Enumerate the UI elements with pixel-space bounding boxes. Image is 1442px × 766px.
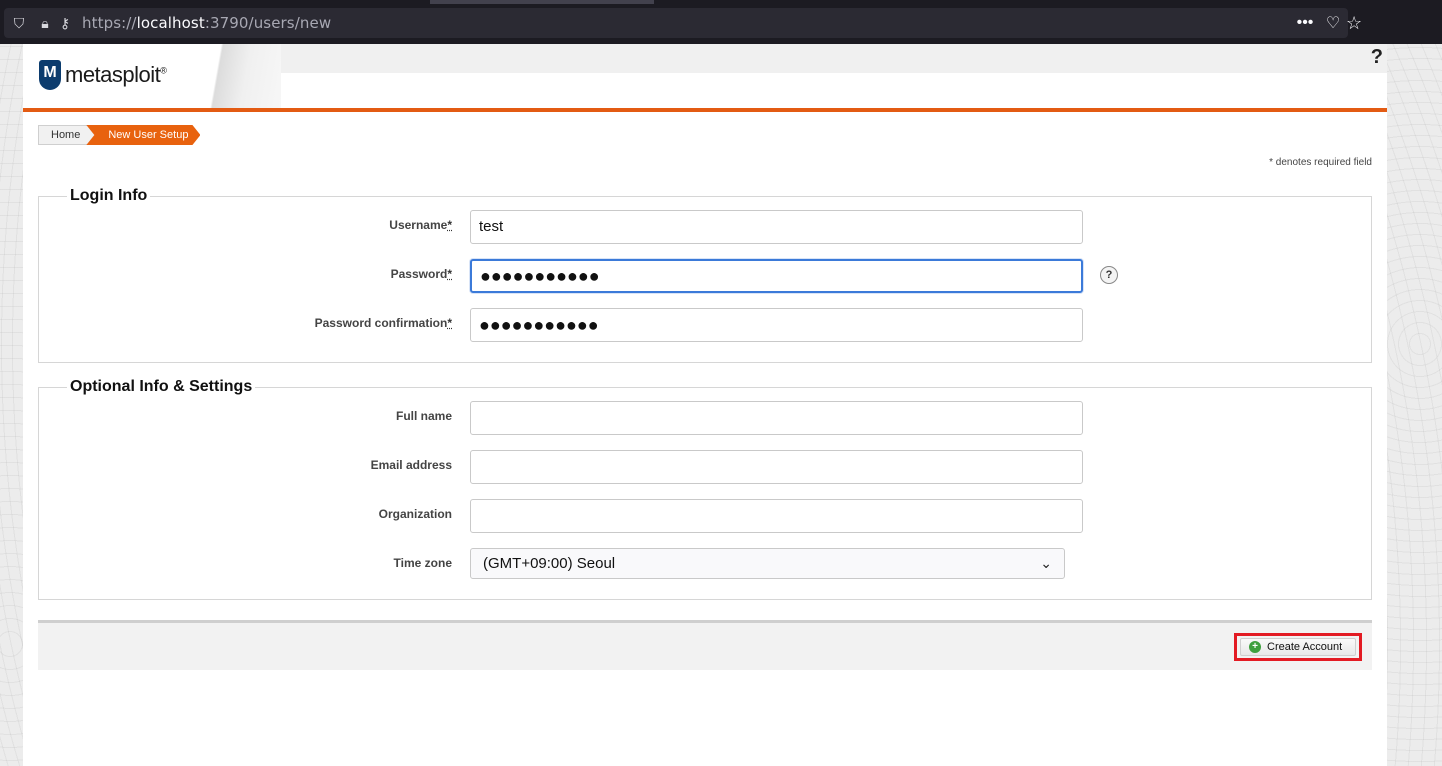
app-container: M metasploit® ? Home New User Setup * de… (23, 44, 1387, 766)
login-info-fieldset: Login Info Username* test Password* ●●●●… (38, 187, 1373, 363)
timezone-label: Time zone (393, 556, 452, 570)
form-actions-bar: + Create Account (38, 620, 1372, 670)
fullname-input[interactable] (470, 401, 1083, 435)
timezone-select[interactable]: (GMT+09:00) Seoul ⌄ (470, 548, 1065, 579)
header-divider (23, 108, 1387, 112)
address-bar[interactable]: ⛉ 🔒︎ ⚷ https://localhost:3790/users/new … (4, 8, 1348, 38)
password-row: Password* ●●●●●●●●●●● ? (39, 259, 1373, 293)
metasploit-logo[interactable]: M metasploit® (39, 60, 167, 90)
organization-row: Organization (39, 499, 1373, 533)
breadcrumb: Home New User Setup (38, 125, 200, 145)
key-icon[interactable]: ⚷ (54, 15, 76, 32)
password-confirmation-label: Password confirmation* (314, 316, 452, 330)
timezone-row: Time zone (GMT+09:00) Seoul ⌄ (39, 548, 1373, 582)
username-input[interactable]: test (470, 210, 1083, 244)
bookmark-star-icon[interactable]: ☆ (1346, 13, 1362, 34)
password-confirmation-row: Password confirmation* ●●●●●●●●●●● (39, 308, 1373, 342)
organization-label: Organization (378, 507, 452, 521)
password-label: Password* (390, 267, 452, 281)
email-label: Email address (370, 458, 452, 472)
optional-info-fieldset: Optional Info & Settings Full name Email… (38, 378, 1373, 600)
more-actions-icon[interactable]: ••• (1296, 14, 1314, 32)
username-label: Username* (389, 218, 452, 232)
active-tab-indicator (430, 0, 654, 4)
fullname-row: Full name (39, 401, 1373, 435)
password-input[interactable]: ●●●●●●●●●●● (470, 259, 1083, 293)
browser-toolbar: ⛉ 🔒︎ ⚷ https://localhost:3790/users/new … (0, 0, 1442, 44)
url-text[interactable]: https://localhost:3790/users/new (82, 14, 331, 32)
login-info-legend: Login Info (67, 187, 151, 205)
fullname-label: Full name (395, 409, 452, 423)
header-swoosh (191, 44, 281, 108)
optional-info-legend: Optional Info & Settings (67, 378, 256, 396)
organization-input[interactable] (470, 499, 1083, 533)
header-band (243, 44, 1387, 73)
chevron-down-icon: ⌄ (1040, 555, 1052, 571)
username-row: Username* test (39, 210, 1373, 244)
breadcrumb-home[interactable]: Home (38, 125, 95, 145)
lock-warning-icon[interactable]: 🔒︎ (36, 15, 54, 32)
email-input[interactable] (470, 450, 1083, 484)
password-help-icon[interactable]: ? (1100, 266, 1118, 284)
password-confirmation-input[interactable]: ●●●●●●●●●●● (470, 308, 1083, 342)
metasploit-shield-icon: M (39, 60, 61, 90)
create-account-button[interactable]: + Create Account (1240, 638, 1356, 656)
app-header: M metasploit® ? (23, 44, 1387, 112)
pocket-icon[interactable]: ♡ (1324, 13, 1342, 33)
email-row: Email address (39, 450, 1373, 484)
required-field-note: * denotes required field (1269, 157, 1372, 168)
add-circle-icon: + (1249, 641, 1261, 653)
shield-icon[interactable]: ⛉ (10, 15, 28, 32)
help-icon[interactable]: ? (1371, 46, 1383, 69)
create-account-highlight: + Create Account (1234, 633, 1362, 661)
breadcrumb-current: New User Setup (86, 125, 200, 145)
